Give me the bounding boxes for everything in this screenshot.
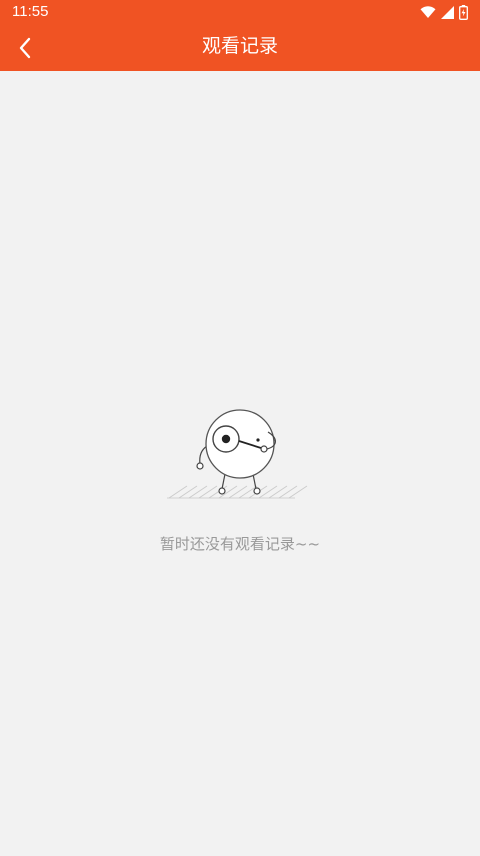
- back-button[interactable]: [6, 28, 44, 68]
- top-bar: 11:55 观看记录: [0, 0, 480, 71]
- chevron-left-icon: [19, 37, 31, 59]
- wifi-icon: [420, 5, 436, 19]
- content-area: 暂时还没有观看记录~~: [0, 71, 480, 856]
- magnifier-character-illustration: [165, 406, 315, 506]
- empty-state-message: 暂时还没有观看记录~~: [159, 535, 321, 553]
- status-bar: 11:55: [0, 0, 480, 24]
- page-title: 观看记录: [201, 35, 278, 57]
- cellular-signal-icon: [441, 5, 454, 19]
- battery-charging-icon: [459, 4, 468, 20]
- watch-history-screen: 11:55 观看记录 暂时还没有观看记录~~: [0, 0, 480, 856]
- app-bar: 观看记录: [0, 24, 480, 71]
- status-time: 11:55: [12, 3, 49, 20]
- status-icons: [420, 3, 468, 21]
